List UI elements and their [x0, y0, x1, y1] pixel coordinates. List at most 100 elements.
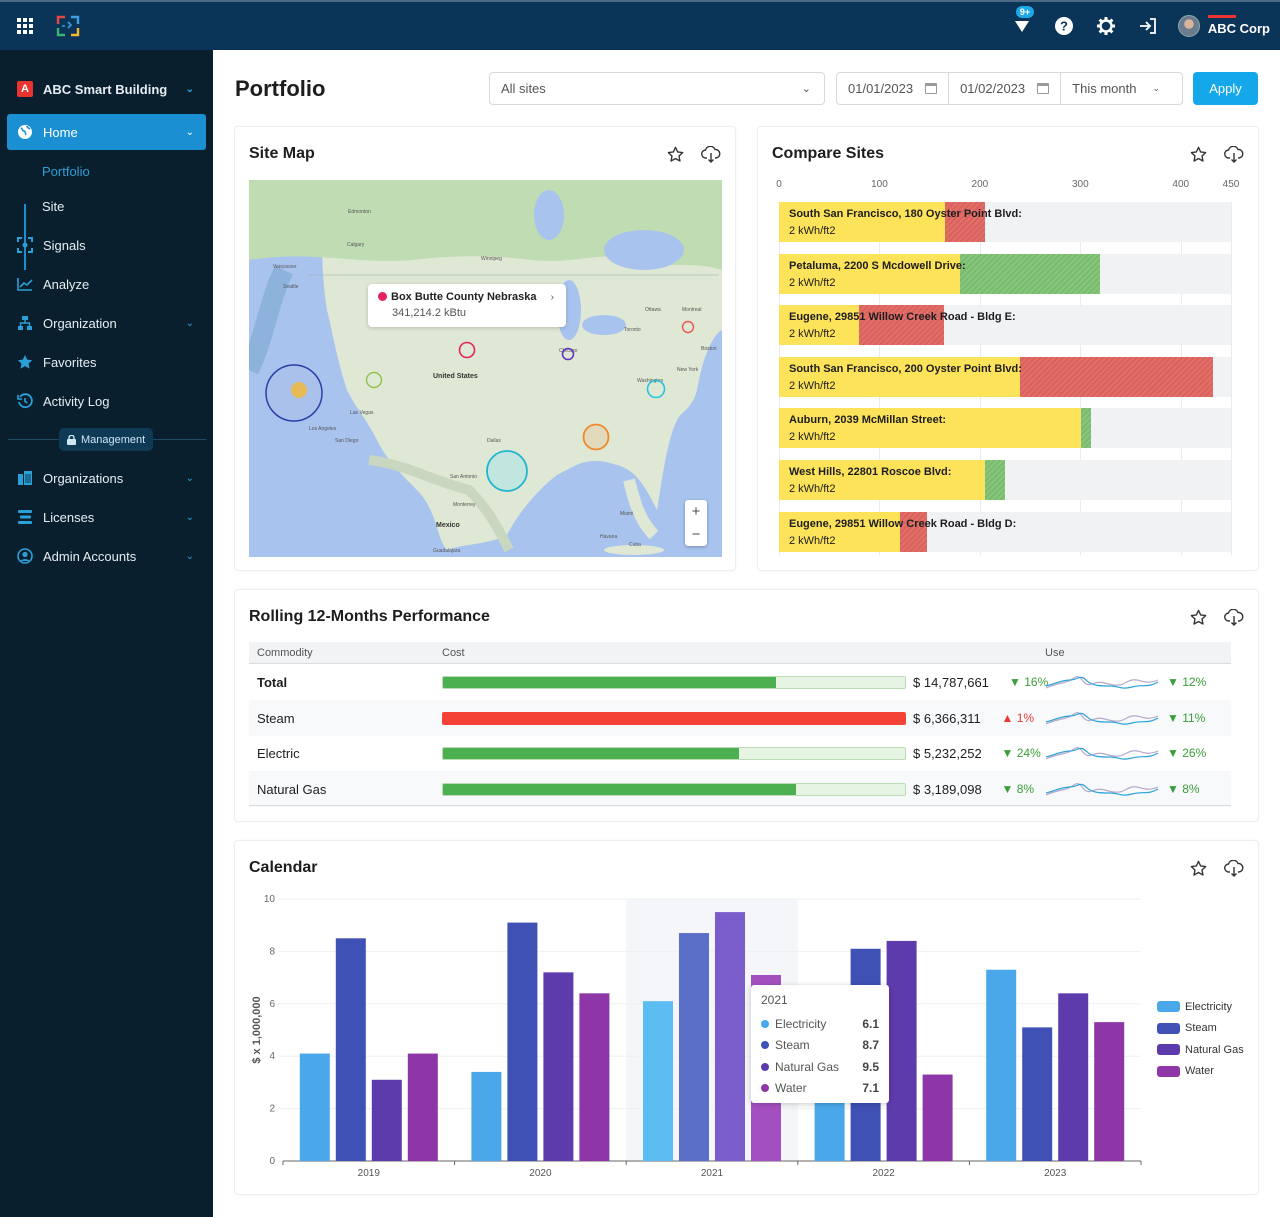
compare-sites-chart: South San Francisco, 180 Oyster Point Bl…	[779, 202, 1232, 555]
compare-site-row[interactable]: Eugene, 29851 Willow Creek Road - Bldg E…	[779, 305, 1231, 346]
bar-natural-gas-2021	[715, 912, 745, 1161]
legend-label: Steam	[1185, 1022, 1217, 1035]
notification-badge: 9+	[1015, 6, 1035, 18]
settings-button[interactable]	[1094, 14, 1118, 38]
chevron-down-icon: ⌄	[185, 317, 194, 329]
cloud-download-icon[interactable]	[1224, 608, 1244, 626]
cloud-download-icon[interactable]	[701, 145, 721, 163]
column-header-commodity: Commodity	[257, 647, 313, 659]
sidebar: A ABC Smart Building ⌄ Home ⌄ Portfolio …	[0, 50, 213, 1217]
cloud-download-icon[interactable]	[1224, 145, 1244, 163]
compare-axis: 0 100 200 300 400 450	[776, 179, 1239, 193]
calendar-icon	[1037, 83, 1050, 94]
sidebar-item-analyze[interactable]: Analyze	[7, 266, 206, 302]
org-name: ABC Smart Building	[43, 81, 168, 97]
map-site-tooltip[interactable]: Box Butte County Nebraska 341,214.2 kBtu…	[368, 284, 566, 327]
sidebar-item-organization[interactable]: Organization ⌄	[7, 305, 206, 341]
period-value: This month	[1072, 81, 1137, 96]
sidebar-item-licenses[interactable]: Licenses ⌄	[7, 499, 206, 535]
use-change-value: 12%	[1182, 675, 1207, 689]
tooltip-row: Electricity 6.1	[761, 1013, 879, 1035]
sidebar-item-activity-log[interactable]: Activity Log	[7, 383, 206, 419]
use-sparkline	[1045, 711, 1159, 725]
legend-swatch	[1157, 1001, 1180, 1013]
cost-bar	[442, 747, 906, 760]
cost-change: ▼ 8%	[1002, 782, 1035, 796]
legend-dot	[761, 1084, 769, 1093]
svg-text:Monterrey: Monterrey	[453, 502, 476, 508]
sidebar-item-signals[interactable]: Signals	[7, 227, 206, 263]
sidebar-item-organizations[interactable]: Organizations ⌄	[7, 460, 206, 496]
svg-text:Guadalajara: Guadalajara	[433, 548, 460, 554]
legend-item[interactable]: Water	[1157, 1061, 1244, 1083]
apply-button[interactable]: Apply	[1193, 72, 1258, 105]
sidebar-item-home[interactable]: Home ⌄	[7, 114, 206, 150]
svg-text:Mexico: Mexico	[436, 522, 460, 529]
table-row[interactable]: Electric $ 5,232,252 ▼ 24% ▼ 26%	[249, 735, 1231, 771]
user-avatar[interactable]	[1177, 15, 1200, 37]
site-select[interactable]: All sites ⌄	[489, 72, 825, 105]
site-map[interactable]: Edmonton Calgary Vancouver Seattle Winnipeg…	[249, 180, 722, 557]
apps-grid-icon[interactable]	[17, 18, 33, 34]
use-change: ▼ 26%	[1167, 746, 1206, 760]
card-title: Rolling 12-Months Performance	[249, 608, 490, 625]
sidebar-subitem-site[interactable]: Site	[42, 199, 64, 214]
org-switcher[interactable]: A ABC Smart Building ⌄	[7, 71, 206, 107]
sidebar-item-admin-accounts[interactable]: Admin Accounts ⌄	[7, 538, 206, 574]
compare-site-row[interactable]: South San Francisco, 180 Oyster Point Bl…	[779, 202, 1231, 242]
compare-site-row[interactable]: West Hills, 22801 Roscoe Blvd: 2 kWh/ft2	[779, 460, 1231, 500]
favorite-star-icon[interactable]	[1188, 145, 1208, 163]
bar-electricity-2020	[471, 1071, 502, 1161]
compare-site-row[interactable]: Petaluma, 2200 S Mcdowell Drive: 2 kWh/ft…	[779, 253, 1231, 294]
date-from-field[interactable]: 01/01/2023	[837, 73, 950, 104]
zoom-in-button[interactable]: +	[685, 500, 707, 523]
map-background: Edmonton Calgary Vancouver Seattle Winnipeg…	[249, 180, 722, 557]
help-button[interactable]: ?	[1052, 14, 1076, 38]
arrow-down-icon: ▼	[1167, 710, 1183, 725]
period-select[interactable]: This month ⌄	[1061, 73, 1171, 104]
site-marker-dot	[378, 292, 387, 301]
svg-text:Havana: Havana	[600, 534, 617, 540]
compare-site-row[interactable]: Eugene, 29851 Willow Creek Road - Bldg D…	[779, 511, 1231, 552]
cost-change: ▼ 16%	[1009, 675, 1048, 689]
bar-electricity-2019	[299, 1053, 330, 1161]
organization-icon	[17, 315, 33, 331]
favorite-star-icon[interactable]	[665, 145, 685, 163]
favorite-star-icon[interactable]	[1188, 608, 1208, 626]
cost-value: $ 5,232,252	[913, 746, 982, 761]
cost-value: $ 14,787,661	[913, 675, 989, 690]
legend-item[interactable]: Steam	[1157, 1018, 1244, 1040]
legend-item[interactable]: Electricity	[1157, 996, 1244, 1018]
site-label: Eugene, 29851 Willow Creek Road - Bldg E…	[789, 311, 1016, 324]
svg-text:New York: New York	[677, 367, 699, 373]
svg-text:?: ?	[1060, 19, 1068, 34]
table-row[interactable]: Steam $ 6,366,311 ▲ 1% ▼ 11%	[249, 699, 1231, 736]
gridline	[1231, 202, 1232, 555]
bar-water-2020	[579, 993, 610, 1161]
compare-site-row[interactable]: South San Francisco, 200 Oyster Point Bl…	[779, 356, 1231, 397]
zoom-out-button[interactable]: −	[685, 523, 707, 546]
sidebar-subitem-portfolio[interactable]: Portfolio	[42, 164, 90, 179]
cost-change-value: 8%	[1016, 781, 1035, 796]
table-row[interactable]: Natural Gas $ 3,189,098 ▼ 8% ▼ 8%	[249, 770, 1231, 807]
bar-natural-gas-2019	[371, 1079, 402, 1161]
company-logo: ABC Corp	[1207, 14, 1270, 36]
compare-site-row[interactable]: Auburn, 2039 McMillan Street: 2 kWh/ft2	[779, 408, 1231, 449]
app-logo-icon[interactable]	[55, 13, 81, 39]
cost-bar-fill	[443, 783, 797, 795]
sidebar-item-favorites[interactable]: Favorites	[7, 344, 206, 380]
svg-text:Calgary: Calgary	[347, 242, 365, 248]
column-header-cost: Cost	[442, 647, 465, 659]
date-to-field[interactable]: 01/02/2023	[949, 73, 1062, 104]
licenses-icon	[17, 509, 33, 525]
table-header: Commodity Cost Use	[249, 642, 1231, 664]
notifications-button[interactable]: 9+	[1010, 6, 1035, 38]
legend-item[interactable]: Natural Gas	[1157, 1039, 1244, 1061]
site-unit: 2 kWh/ft2	[789, 379, 836, 392]
cost-bar	[442, 782, 906, 796]
logout-button[interactable]	[1136, 14, 1160, 38]
legend-label: Electricity	[1185, 1000, 1233, 1013]
use-change: ▼ 12%	[1167, 675, 1206, 689]
y-axis-label: $ x 1,000,000	[251, 996, 263, 1063]
table-row[interactable]: Total $ 14,787,661 ▼ 16% ▼ 12%	[249, 664, 1231, 700]
